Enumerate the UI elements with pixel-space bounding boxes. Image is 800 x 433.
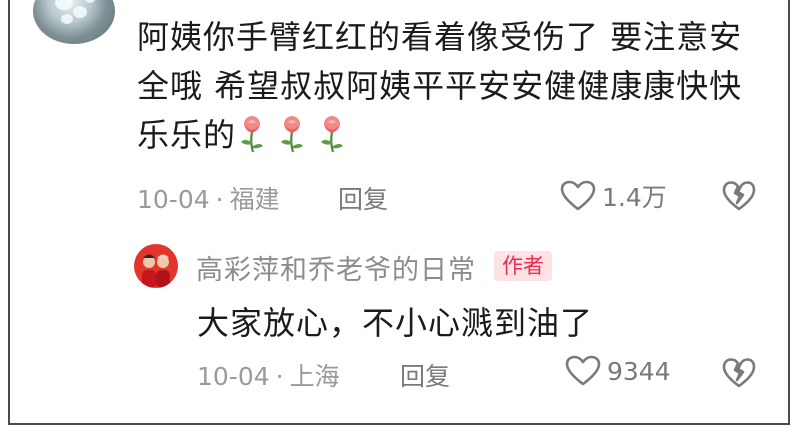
comment-line-3-text: 乐乐的 — [137, 116, 237, 154]
reply-meta: 10-04 · 上海 — [197, 357, 340, 393]
comment-line-3: 乐乐的 — [137, 111, 767, 160]
comment-reply-button[interactable]: 回复 — [338, 180, 388, 216]
comment-date: 10-04 — [137, 185, 210, 214]
comment-line-2: 全哦 希望叔叔阿姨平平安安健健康康快快 — [137, 67, 743, 105]
rose-icon — [236, 114, 268, 154]
comment-line-1: 阿姨你手臂红红的看着像受伤了 要注意安 — [137, 18, 743, 56]
dislike-broken-heart-icon[interactable] — [722, 357, 756, 389]
comment-location: 福建 — [229, 185, 280, 214]
reply-reply-button[interactable]: 回复 — [400, 357, 450, 393]
dislike-broken-heart-icon[interactable] — [722, 180, 756, 212]
rose-icon — [276, 114, 308, 154]
meta-separator: · — [215, 185, 224, 214]
author-reply-text: 大家放心，不小心溅到油了 — [197, 304, 594, 342]
comment-meta: 10-04 · 福建 — [137, 180, 280, 216]
comment-like-count: 1.4万 — [602, 183, 667, 212]
author-avatar[interactable] — [134, 244, 178, 288]
comment-like-button[interactable]: 1.4万 — [560, 178, 667, 214]
meta-separator: · — [275, 362, 284, 391]
reply-like-button[interactable]: 9344 — [565, 355, 671, 387]
comment-text: 阿姨你手臂红红的看着像受伤了 要注意安 全哦 希望叔叔阿姨平平安安健健康康快快 … — [137, 13, 767, 160]
reply-date: 10-04 — [197, 362, 270, 391]
reply-like-count: 9344 — [607, 356, 671, 386]
reply-location: 上海 — [289, 362, 340, 391]
heart-icon — [565, 355, 601, 386]
author-badge: 作者 — [494, 251, 552, 281]
author-name[interactable]: 高彩萍和乔老爷的日常 — [196, 248, 476, 287]
rose-icon — [316, 114, 348, 154]
heart-icon — [560, 180, 596, 211]
